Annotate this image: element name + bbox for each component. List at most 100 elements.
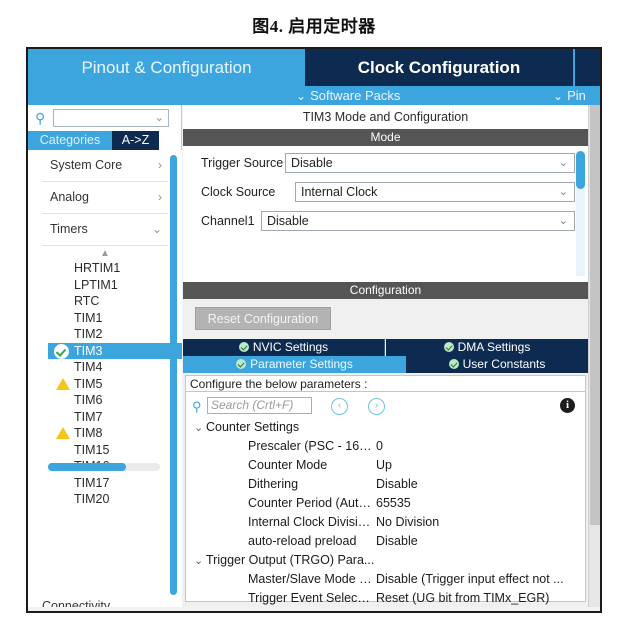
table-row[interactable]: Counter Mode Up xyxy=(186,456,585,475)
select-channel1[interactable]: Disable ⌄ xyxy=(261,211,575,231)
sidebar-group-system-core[interactable]: System Core › xyxy=(42,150,168,182)
param-value[interactable]: Up xyxy=(376,456,581,475)
table-row[interactable]: Prescaler (PSC - 16 b... 0 xyxy=(186,437,585,456)
param-value[interactable]: Disable xyxy=(376,532,581,551)
sidebar-search-input[interactable]: ⌄ xyxy=(53,109,169,127)
list-item[interactable]: TIM15 xyxy=(28,442,182,459)
param-group-trigger-output[interactable]: ⌄ Trigger Output (TRGO) Para... xyxy=(186,551,585,570)
mode-row-channel1: Channel1 Disable ⌄ xyxy=(183,210,588,232)
list-item[interactable]: TIM2 xyxy=(28,326,182,343)
tab-a-to-z[interactable]: A->Z xyxy=(112,131,159,150)
table-row[interactable]: Dithering Disable xyxy=(186,475,585,494)
sidebar-tree: System Core › Analog › Timers ⌄ ▲ HRTIM1… xyxy=(28,150,182,611)
timer-label: TIM17 xyxy=(74,475,110,490)
subtab-pinout[interactable]: ⌄ Pin xyxy=(553,86,586,105)
sidebar-search-row: ⚲ ⌄ xyxy=(28,107,182,130)
chevron-down-icon: ⌄ xyxy=(151,222,162,236)
reset-configuration-button[interactable]: Reset Configuration xyxy=(195,307,331,330)
chevron-down-icon: ⌄ xyxy=(154,112,164,124)
tab-third-partial[interactable] xyxy=(573,49,600,86)
tab-parameter-settings[interactable]: Parameter Settings xyxy=(183,356,406,373)
timer-list-horizontal-scrollbar[interactable] xyxy=(48,463,160,471)
select-trigger-source[interactable]: Disable ⌄ xyxy=(285,153,575,173)
list-item[interactable]: LPTIM1 xyxy=(28,277,182,294)
subtab-pinout-label: Pin xyxy=(567,88,586,103)
table-row[interactable]: Master/Slave Mode (... Disable (Trigger … xyxy=(186,570,585,589)
param-name: Dithering xyxy=(248,477,299,491)
page-root: 图4. 启用定时器 Pinout & Configuration Clock C… xyxy=(0,0,628,633)
list-item[interactable]: RTC xyxy=(28,293,182,310)
tab-pinout-configuration[interactable]: Pinout & Configuration xyxy=(28,49,305,86)
tab-user-constants[interactable]: User Constants xyxy=(406,356,588,373)
tab-label: Parameter Settings xyxy=(250,357,353,371)
timer-label: TIM5 xyxy=(74,376,103,391)
param-name: Counter Mode xyxy=(248,458,328,472)
search-icon: ⚲ xyxy=(192,399,202,414)
timer-label: TIM2 xyxy=(74,327,103,341)
list-item[interactable]: TIM1 xyxy=(28,310,182,327)
param-value[interactable]: Reset (UG bit from TIMx_EGR) xyxy=(376,589,581,608)
info-icon[interactable]: i xyxy=(560,398,575,413)
list-item[interactable]: TIM20 xyxy=(28,491,182,508)
previous-match-button[interactable]: ‹ xyxy=(331,398,348,415)
param-value[interactable]: 0 xyxy=(376,437,581,456)
top-tab-bar: Pinout & Configuration Clock Configurati… xyxy=(28,49,600,105)
chevron-right-icon: › xyxy=(158,190,162,204)
table-row[interactable]: Trigger Event Selectio... Reset (UG bit … xyxy=(186,589,585,608)
mode-row-trigger-source: Trigger Source Disable ⌄ xyxy=(183,152,588,174)
scrollbar-thumb[interactable] xyxy=(48,463,126,471)
list-item[interactable]: HRTIM1 xyxy=(28,260,182,277)
tab-dma-settings[interactable]: DMA Settings xyxy=(386,339,588,356)
sidebar-group-label: Analog xyxy=(50,190,89,204)
sidebar-vertical-scrollbar[interactable] xyxy=(170,155,177,599)
sidebar-view-tabs: Categories A->Z xyxy=(28,131,182,150)
check-ok-icon xyxy=(236,359,247,369)
param-name: Counter Period (Auto... xyxy=(248,496,372,510)
mode-vertical-scrollbar[interactable] xyxy=(576,151,585,276)
scrollbar-thumb[interactable] xyxy=(576,151,585,189)
tab-categories[interactable]: Categories xyxy=(28,131,112,150)
scroll-up-spinner-icon[interactable]: ▲ xyxy=(28,248,182,260)
timer-label: TIM1 xyxy=(74,310,103,325)
table-row[interactable]: auto-reload preload Disable xyxy=(186,532,585,551)
list-item[interactable]: TIM8 xyxy=(28,425,182,442)
tab-label: NVIC Settings xyxy=(252,340,329,354)
sub-tab-bar: ⌄ Software Packs ⌄ Pin xyxy=(28,86,600,105)
chevron-down-icon: ⌄ xyxy=(553,89,564,103)
param-name: Prescaler (PSC - 16 b... xyxy=(248,439,372,453)
subtab-software-packs[interactable]: ⌄ Software Packs xyxy=(296,86,400,105)
sidebar-group-analog[interactable]: Analog › xyxy=(42,182,168,214)
configure-hint-text: Configure the below parameters : xyxy=(185,375,586,392)
param-value[interactable]: Disable (Trigger input effect not ... xyxy=(376,570,581,589)
param-name: Internal Clock Division... xyxy=(248,515,372,529)
list-item[interactable]: TIM4 xyxy=(28,359,182,376)
list-item[interactable]: TIM5 xyxy=(28,376,182,393)
tab-clock-configuration[interactable]: Clock Configuration xyxy=(305,49,573,86)
mode-label-trigger-source: Trigger Source xyxy=(201,156,284,170)
parameter-search-input[interactable]: Search (Crtl+F) xyxy=(207,397,312,414)
select-value: Disable xyxy=(267,214,309,228)
param-value[interactable]: Disable xyxy=(376,475,581,494)
tab-nvic-settings[interactable]: NVIC Settings xyxy=(183,339,385,356)
table-row[interactable]: Internal Clock Division... No Division xyxy=(186,513,585,532)
timer-label: TIM3 xyxy=(74,343,103,358)
select-clock-source[interactable]: Internal Clock ⌄ xyxy=(295,182,575,202)
param-value[interactable]: 65535 xyxy=(376,494,581,513)
scrollbar-thumb[interactable] xyxy=(170,155,177,595)
list-item[interactable]: TIM7 xyxy=(28,409,182,426)
select-value: Internal Clock xyxy=(301,185,378,199)
sidebar-group-timers[interactable]: Timers ⌄ xyxy=(42,214,168,246)
timer-label: TIM20 xyxy=(74,492,110,506)
list-item[interactable]: TIM6 xyxy=(28,392,182,409)
mode-row-clock-source: Clock Source Internal Clock ⌄ xyxy=(183,181,588,203)
next-match-button[interactable]: › xyxy=(368,398,385,415)
select-value: Disable xyxy=(291,156,333,170)
table-row[interactable]: Counter Period (Auto... 65535 xyxy=(186,494,585,513)
param-value[interactable]: No Division xyxy=(376,513,581,532)
list-item-tim3-selected[interactable]: TIM3 xyxy=(48,342,182,359)
mode-section: Trigger Source Disable ⌄ Clock Source In… xyxy=(183,146,588,282)
scrollbar-thumb[interactable] xyxy=(590,105,600,525)
param-group-counter-settings[interactable]: ⌄ Counter Settings xyxy=(186,418,585,437)
list-item[interactable]: TIM17 xyxy=(28,475,182,492)
window-vertical-scrollbar[interactable] xyxy=(588,105,600,611)
